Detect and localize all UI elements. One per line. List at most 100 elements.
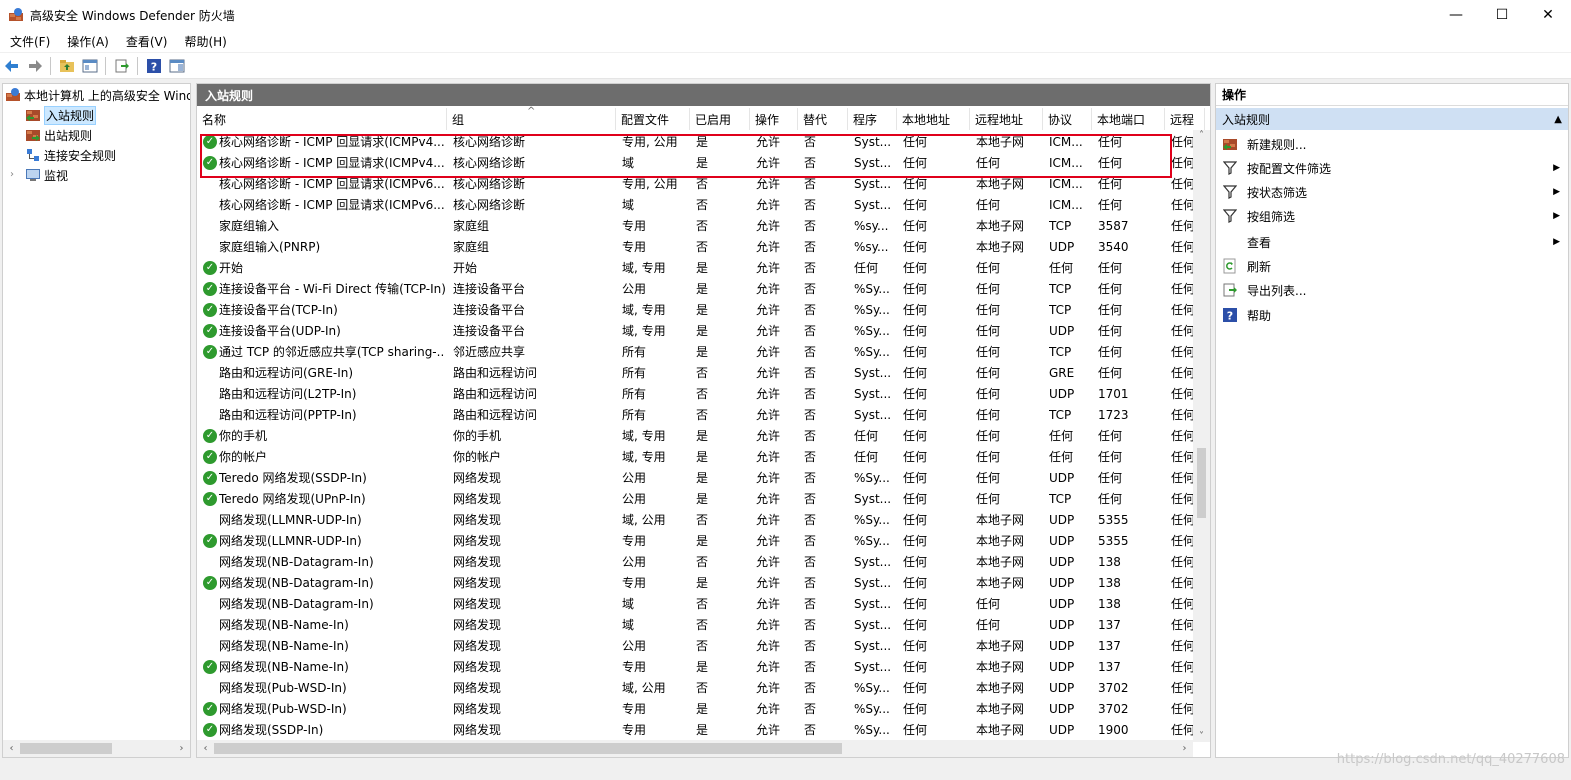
tree-item-connection-security-rules[interactable]: 连接安全规则	[25, 145, 116, 165]
help-button[interactable]: ?	[143, 55, 165, 77]
table-cell-action: 允许	[756, 198, 781, 212]
table-cell-remote-address: 任何	[976, 492, 1001, 506]
table-row[interactable]: 网络发现(LLMNR-UDP-In) 网络发现 域, 公用 否 允许 否 %Sy... 任何 本…	[197, 510, 1197, 531]
view-action[interactable]: 查看 ▶	[1216, 230, 1568, 254]
scroll-left-icon[interactable]: ‹	[197, 743, 214, 754]
up-folder-button[interactable]	[56, 55, 78, 77]
column-header-remote-address[interactable]: 远程地址	[970, 108, 1043, 130]
table-row[interactable]: ✓ 开始 开始 域, 专用是允许否任何 任何 任何 任何 任何 任何	[197, 258, 1197, 279]
table-row[interactable]: ✓ 你的帐户 你的帐户 域, 专用是允许否任何 任何 任何 任何 任何 任何	[197, 447, 1197, 468]
back-button[interactable]	[1, 55, 23, 77]
menu-help[interactable]: 帮助(H)	[174, 33, 233, 50]
menu-view[interactable]: 查看(V)	[116, 33, 175, 50]
table-row[interactable]: 家庭组输入 家庭组 专用否允许否 %sy... 任何 本地子网 TCP 3587 任何	[197, 216, 1197, 237]
table-row[interactable]: ✓ 连接设备平台 - Wi-Fi Direct 传输(TCP-In) 连接设备平台 公…	[197, 279, 1197, 300]
table-cell-local-address: 任何	[903, 702, 928, 716]
column-header-local-address[interactable]: 本地地址	[897, 108, 970, 130]
column-header-protocol[interactable]: 协议	[1043, 108, 1092, 130]
table-row[interactable]: ✓ 核心网络诊断 - ICMP 回显请求(ICMPv4... 核心网络诊断 专用, 公…	[197, 132, 1197, 153]
table-row[interactable]: 核心网络诊断 - ICMP 回显请求(ICMPv6... 核心网络诊断 域 否 允许 否 S…	[197, 195, 1197, 216]
tree-root[interactable]: 本地计算机 上的高级安全 Windows Defender 防火墙	[5, 85, 190, 105]
table-cell-name: 网络发现(Pub-WSD-In)	[219, 681, 347, 695]
scroll-right-icon[interactable]: ›	[1176, 743, 1193, 754]
table-row[interactable]: ✓ 网络发现(SSDP-In) 网络发现 专用 是 允许 否 %Sy... 任何 本地子网 UDP 1…	[197, 720, 1197, 741]
table-row[interactable]: ✓ 连接设备平台(UDP-In) 连接设备平台 域, 专用 是 允许 否 %Sy... 任何 任何…	[197, 321, 1197, 342]
scroll-thumb[interactable]	[20, 743, 112, 754]
table-row[interactable]: ✓ 网络发现(NB-Datagram-In) 网络发现 专用 是 允许 否 Syst... 任何…	[197, 573, 1197, 594]
export-list-action[interactable]: 导出列表...	[1216, 278, 1568, 302]
column-header-remote-port[interactable]: 远程	[1165, 108, 1205, 130]
scroll-up-icon[interactable]: ˄	[1193, 130, 1210, 141]
collapse-caret-icon[interactable]: ▲	[1554, 114, 1562, 125]
minimize-button[interactable]: —	[1433, 0, 1479, 30]
table-row[interactable]: ✓ 你的手机 你的手机 域, 专用是允许否任何 任何 任何 任何 任何 任何	[197, 426, 1197, 447]
table-row[interactable]: 路由和远程访问(L2TP-In) 路由和远程访问 所有 否 允许 否 Syst... 任何 任何…	[197, 384, 1197, 405]
forward-button[interactable]	[24, 55, 46, 77]
column-header-program[interactable]: 程序	[848, 108, 897, 130]
table-row[interactable]: 网络发现(NB-Name-In) 网络发现 公用 否 允许 否 Syst... 任何 本地子网 U…	[197, 636, 1197, 657]
column-header-local-port[interactable]: 本地端口	[1092, 108, 1165, 130]
tree-item-outbound-rules[interactable]: 出站规则	[25, 125, 92, 145]
table-cell-remote-address: 本地子网	[976, 723, 1025, 737]
table-row[interactable]: ✓ 连接设备平台(TCP-In) 连接设备平台 域, 专用 是 允许 否 %Sy... 任何 任何…	[197, 300, 1197, 321]
table-row[interactable]: 网络发现(Pub-WSD-In) 网络发现 域, 公用 否 允许 否 %Sy... 任何 本地子…	[197, 678, 1197, 699]
expand-chevron-icon[interactable]: ›	[10, 169, 14, 180]
filter-by-state-action[interactable]: 按状态筛选 ▶	[1216, 180, 1568, 204]
table-cell-program: Syst...	[854, 156, 892, 170]
filter-by-profile-action[interactable]: 按配置文件筛选 ▶	[1216, 156, 1568, 180]
tree-item-monitoring[interactable]: 监视	[25, 165, 68, 185]
actions-section-inbound-rules[interactable]: 入站规则 ▲	[1216, 108, 1568, 130]
column-header-enabled[interactable]: 已启用	[690, 108, 750, 130]
table-row[interactable]: ✓ Teredo 网络发现(UPnP-In) 网络发现 公用 是 允许 否 Syst... 任何…	[197, 489, 1197, 510]
scroll-thumb[interactable]	[1197, 448, 1206, 518]
table-cell-local-port: 3540	[1098, 240, 1129, 254]
table-row[interactable]: 核心网络诊断 - ICMP 回显请求(ICMPv6... 核心网络诊断 专用, 公用…	[197, 174, 1197, 195]
column-header-name[interactable]: 名称	[197, 108, 447, 130]
export-list-button[interactable]	[111, 55, 133, 77]
table-cell-protocol: UDP	[1049, 387, 1075, 401]
table-row[interactable]: 网络发现(NB-Datagram-In) 网络发现 域 否 允许 否 Syst... 任何 任何…	[197, 594, 1197, 615]
tree-item-inbound-rules[interactable]: 入站规则	[25, 105, 97, 125]
table-row[interactable]: 路由和远程访问(GRE-In) 路由和远程访问 所有 否 允许 否 Syst... 任何 任何 G…	[197, 363, 1197, 384]
table-cell-program: Syst...	[854, 492, 892, 506]
table-row[interactable]: ✓ 网络发现(Pub-WSD-In) 网络发现 专用 是 允许 否 %Sy... 任何 本地子网 U…	[197, 699, 1197, 720]
table-cell-group: 路由和远程访问	[453, 408, 538, 422]
scroll-right-icon[interactable]: ›	[173, 743, 190, 754]
table-row[interactable]: ✓ 通过 TCP 的邻近感应共享(TCP sharing-... 邻近感应共享 所有 是…	[197, 342, 1197, 363]
show-hide-action-pane-button[interactable]	[166, 55, 188, 77]
table-cell-group: 网络发现	[453, 471, 502, 485]
table-row[interactable]: ✓ 核心网络诊断 - ICMP 回显请求(ICMPv4... 核心网络诊断 域 是 允许 否…	[197, 153, 1197, 174]
table-row[interactable]: 路由和远程访问(PPTP-In) 路由和远程访问 所有 否 允许 否 Syst... 任何 任何…	[197, 405, 1197, 426]
table-cell-local-address: 任何	[903, 555, 928, 569]
filter-by-group-action[interactable]: 按组筛选 ▶	[1216, 204, 1568, 228]
table-row[interactable]: ✓ 网络发现(LLMNR-UDP-In) 网络发现 专用 是 允许 否 %Sy... 任何 本地子…	[197, 531, 1197, 552]
close-button[interactable]: ✕	[1525, 0, 1571, 30]
table-cell-program: Syst...	[854, 555, 892, 569]
monitor-icon	[26, 169, 40, 181]
column-header-override[interactable]: 替代	[798, 108, 848, 130]
table-cell-profile: 域, 公用	[622, 513, 666, 527]
tree-horizontal-scrollbar[interactable]: ‹ ›	[3, 740, 190, 757]
table-row[interactable]: 网络发现(NB-Datagram-In) 网络发现 公用 否 允许 否 Syst... 任何 本…	[197, 552, 1197, 573]
table-row[interactable]: 网络发现(NB-Name-In) 网络发现 域 否 允许 否 Syst... 任何 任何 UDP 1…	[197, 615, 1197, 636]
refresh-action[interactable]: 刷新	[1216, 254, 1568, 278]
column-header-action[interactable]: 操作	[750, 108, 798, 130]
table-cell-profile: 公用	[622, 282, 647, 296]
column-header-profile[interactable]: 配置文件	[616, 108, 690, 130]
scroll-thumb[interactable]	[214, 743, 842, 754]
table-cell-enabled: 是	[696, 261, 709, 275]
rules-horizontal-scrollbar[interactable]: ‹ ›	[197, 740, 1193, 757]
scroll-down-icon[interactable]: ˅	[1193, 731, 1210, 742]
table-row[interactable]: ✓ 网络发现(NB-Name-In) 网络发现 专用 是 允许 否 Syst... 任何 本地子网…	[197, 657, 1197, 678]
table-row[interactable]: ✓ Teredo 网络发现(SSDP-In) 网络发现 公用 是 允许 否 %Sy... 任何 任…	[197, 468, 1197, 489]
rules-vertical-scrollbar[interactable]: ˄ ˅	[1193, 130, 1210, 742]
help-action[interactable]: ? 帮助	[1216, 303, 1568, 327]
new-rule-action[interactable]: 新建规则...	[1216, 132, 1568, 156]
scroll-left-icon[interactable]: ‹	[3, 743, 20, 754]
show-hide-console-tree-button[interactable]	[79, 55, 101, 77]
maximize-button[interactable]: ☐	[1479, 0, 1525, 30]
table-cell-program: %Sy...	[854, 303, 890, 317]
table-row[interactable]: 家庭组输入(PNRP) 家庭组 专用否允许否 %sy... 任何 本地子网 UDP 3540 任…	[197, 237, 1197, 258]
menu-file[interactable]: 文件(F)	[0, 33, 57, 50]
menu-action[interactable]: 操作(A)	[57, 33, 116, 50]
